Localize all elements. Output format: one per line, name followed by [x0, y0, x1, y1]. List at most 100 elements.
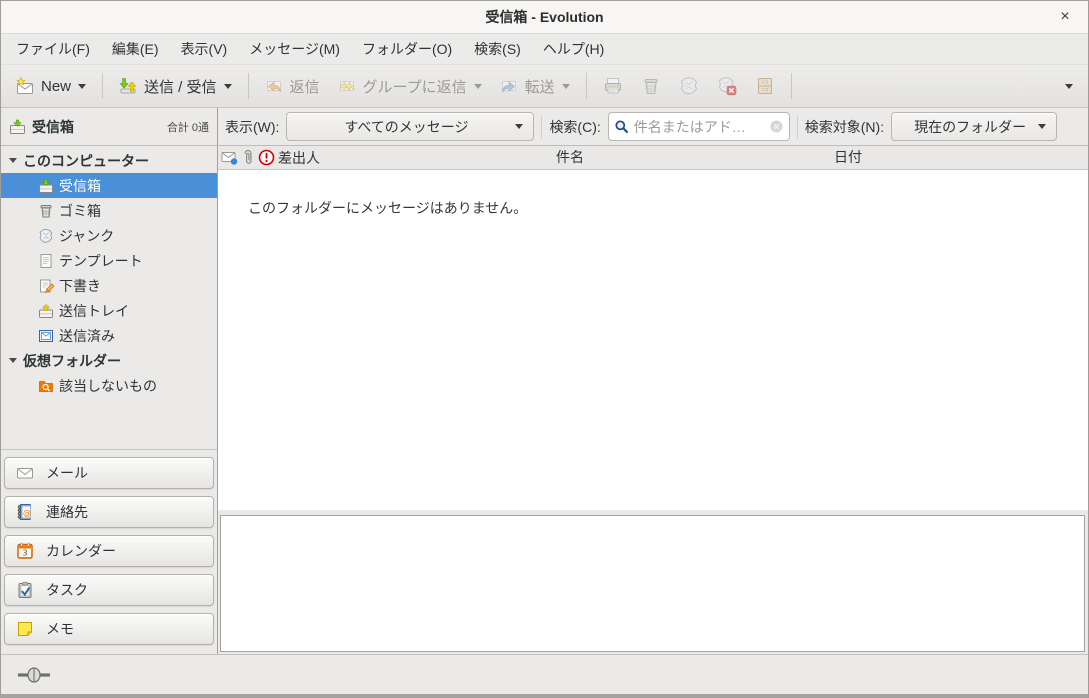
search-scope-value: 現在のフォルダー [902, 117, 1038, 137]
forward-button[interactable]: 転送 [491, 69, 579, 104]
column-date[interactable]: 日付 [834, 146, 862, 169]
switcher-tasks-button[interactable]: タスク [4, 574, 214, 606]
folder-item-outbox[interactable]: 送信トレイ [1, 298, 217, 323]
send-receive-button[interactable]: 送信 / 受信 [110, 69, 241, 104]
forward-icon [500, 77, 518, 95]
menu-item-view[interactable]: 表示(V) [170, 34, 239, 64]
folder-item-label: 送信トレイ [59, 301, 129, 321]
new-button-label: New [41, 78, 71, 95]
dropdown-arrow-icon [1038, 124, 1046, 129]
folder-item-label: 送信済み [59, 326, 115, 346]
column-from[interactable]: 差出人 [278, 148, 320, 168]
menu-item-edit[interactable]: 編集(E) [101, 34, 170, 64]
search-input[interactable] [634, 119, 765, 135]
folder-tree: このコンピューター 受信箱 [1, 146, 217, 398]
reply-group-button[interactable]: グループに返信 [329, 69, 491, 104]
reply-group-label: グループに返信 [363, 76, 467, 97]
message-area: 差出人 件名 日付 このフォルダーにメッセージはありません。 [218, 146, 1088, 654]
new-button[interactable]: New [7, 70, 95, 102]
trash-icon [38, 203, 54, 219]
message-list-header: 差出人 件名 日付 [218, 146, 1088, 170]
folder-item-label: 該当しないもの [59, 376, 157, 396]
current-folder-icon [9, 118, 26, 135]
inbox-icon [38, 178, 54, 194]
filterbar: 受信箱 合計 0通 表示(W): すべてのメッセージ 検索(C): [1, 108, 1088, 146]
dropdown-arrow-icon [78, 84, 86, 89]
folder-item-drafts[interactable]: 下書き [1, 273, 217, 298]
switcher-label: メール [46, 463, 88, 483]
toolbar-separator [102, 73, 103, 99]
titlebar: 受信箱 - Evolution × [1, 1, 1088, 34]
evolution-window: 受信箱 - Evolution × ファイル(F) 編集(E) 表示(V) メッ… [0, 0, 1089, 698]
switcher-label: タスク [46, 580, 88, 600]
switcher-calendar-button[interactable]: 3 カレンダー [4, 535, 214, 567]
folder-item-unmatched[interactable]: 該当しないもの [1, 373, 217, 398]
tree-group-search-folders[interactable]: 仮想フォルダー [1, 348, 217, 373]
filter-controls: 表示(W): すべてのメッセージ 検索(C): [218, 108, 1088, 145]
reply-all-icon [338, 77, 356, 95]
folder-item-junk[interactable]: ジャンク [1, 223, 217, 248]
close-button[interactable]: × [1054, 1, 1076, 33]
message-list[interactable]: このフォルダーにメッセージはありません。 [218, 170, 1088, 510]
dropdown-arrow-icon [562, 84, 570, 89]
clear-search-icon[interactable] [769, 119, 784, 134]
empty-folder-message: このフォルダーにメッセージはありません。 [218, 170, 1088, 218]
status-column-icon[interactable] [221, 149, 238, 166]
search-input-box [608, 112, 790, 141]
send-receive-label: 送信 / 受信 [144, 76, 217, 97]
archive-button[interactable] [746, 69, 784, 103]
column-subject[interactable]: 件名 [556, 146, 584, 169]
tree-group-label: このコンピューター [23, 151, 149, 171]
junk-button[interactable] [670, 69, 708, 103]
search-folder-icon [38, 378, 54, 394]
toolbar-overflow-button[interactable] [1056, 77, 1082, 96]
toolbar-separator [791, 73, 792, 99]
preview-pane[interactable] [220, 515, 1085, 652]
trash-icon [641, 76, 661, 96]
folder-item-inbox[interactable]: 受信箱 [1, 173, 217, 198]
menu-item-file[interactable]: ファイル(F) [5, 34, 101, 64]
new-mail-icon [16, 77, 34, 95]
expander-icon[interactable] [9, 158, 17, 163]
tree-group-this-computer[interactable]: このコンピューター [1, 148, 217, 173]
calendar-icon: 3 [16, 542, 34, 560]
dropdown-arrow-icon [224, 84, 232, 89]
dropdown-arrow-icon [474, 84, 482, 89]
pane-toggle-button[interactable] [17, 667, 51, 683]
switcher-mail-button[interactable]: メール [4, 457, 214, 489]
search-scope-label: 検索対象(N): [805, 117, 884, 137]
svg-text:3: 3 [23, 549, 28, 558]
print-icon [603, 76, 623, 96]
expander-icon[interactable] [9, 358, 17, 363]
not-junk-button[interactable] [708, 69, 746, 103]
sidebar-spacer [1, 398, 217, 449]
svg-text:@: @ [23, 509, 31, 518]
folder-item-trash[interactable]: ゴミ箱 [1, 198, 217, 223]
switcher-label: メモ [46, 619, 74, 639]
switcher-contacts-button[interactable]: @ 連絡先 [4, 496, 214, 528]
menu-item-search[interactable]: 検索(S) [463, 34, 532, 64]
mail-icon [16, 464, 34, 482]
print-button[interactable] [594, 69, 632, 103]
menu-item-help[interactable]: ヘルプ(H) [532, 34, 615, 64]
menu-item-folder[interactable]: フォルダー(O) [351, 34, 463, 64]
archive-icon [755, 76, 775, 96]
tasks-icon [16, 581, 34, 599]
switcher-memos-button[interactable]: メモ [4, 613, 214, 645]
search-icon [614, 119, 630, 135]
sent-icon [38, 328, 54, 344]
reply-button[interactable]: 返信 [256, 69, 329, 104]
folder-item-templates[interactable]: テンプレート [1, 248, 217, 273]
folder-item-sent[interactable]: 送信済み [1, 323, 217, 348]
delete-button[interactable] [632, 69, 670, 103]
switcher-label: カレンダー [46, 541, 116, 561]
search-label: 検索(C): [549, 117, 600, 137]
toolbar: New 送信 / 受信 返信 [1, 65, 1088, 108]
window-body: このコンピューター 受信箱 [1, 146, 1088, 654]
overflow-arrow-icon [1065, 84, 1073, 89]
importance-column-icon[interactable] [258, 149, 275, 166]
attachment-column-icon[interactable] [241, 149, 255, 166]
show-filter-dropdown[interactable]: すべてのメッセージ [286, 112, 534, 141]
search-scope-dropdown[interactable]: 現在のフォルダー [891, 112, 1057, 141]
menu-item-message[interactable]: メッセージ(M) [238, 34, 351, 64]
